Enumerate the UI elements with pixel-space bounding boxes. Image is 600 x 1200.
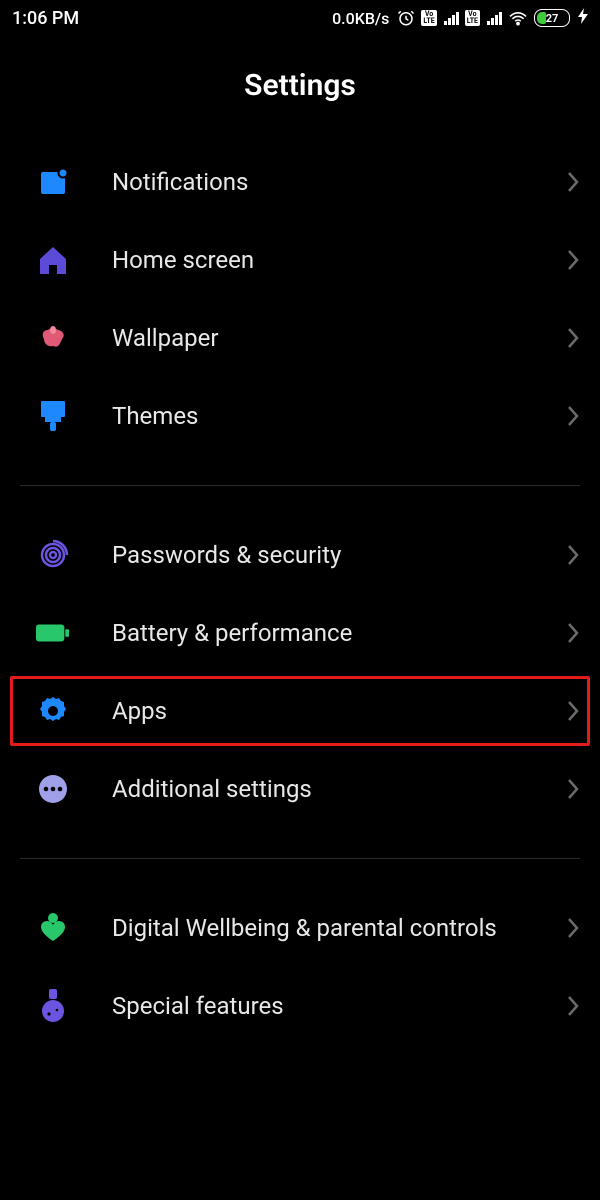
wifi-icon (508, 10, 528, 26)
row-label: Apps (112, 696, 566, 726)
signal-bars-2 (487, 11, 502, 25)
alarm-icon (397, 9, 415, 27)
brush-icon (36, 399, 70, 433)
battery-percent: 27 (546, 12, 559, 25)
heart-icon (36, 911, 70, 945)
status-net-speed: 0.0KB/s (332, 9, 389, 28)
status-time: 1:06 PM (12, 8, 79, 29)
status-bar: 1:06 PM 0.0KB/s VoLTE VoLTE 27 (0, 0, 600, 36)
chevron-right-icon (566, 171, 580, 193)
row-special-features[interactable]: Special features (0, 967, 600, 1045)
row-label: Battery & performance (112, 618, 566, 648)
row-label: Passwords & security (112, 540, 566, 570)
chevron-right-icon (566, 405, 580, 427)
volte-badge-2: VoLTE (465, 10, 480, 26)
row-label: Home screen (112, 245, 566, 275)
gear-icon (36, 694, 70, 728)
battery-indicator: 27 (534, 9, 570, 27)
battery-icon (36, 616, 70, 650)
row-digital-wellbeing[interactable]: Digital Wellbeing & parental controls (0, 889, 600, 967)
chevron-right-icon (566, 778, 580, 800)
row-apps[interactable]: Apps (0, 672, 600, 750)
row-label: Special features (112, 991, 566, 1021)
row-additional-settings[interactable]: Additional settings (0, 750, 600, 828)
chevron-right-icon (566, 544, 580, 566)
chevron-right-icon (566, 249, 580, 271)
group-divider (20, 858, 580, 859)
chevron-right-icon (566, 327, 580, 349)
row-battery-performance[interactable]: Battery & performance (0, 594, 600, 672)
chevron-right-icon (566, 700, 580, 722)
home-icon (36, 243, 70, 277)
settings-group-1: Passwords & security Battery & performan… (0, 516, 600, 828)
row-passwords-security[interactable]: Passwords & security (0, 516, 600, 594)
row-label: Wallpaper (112, 323, 566, 353)
row-label: Additional settings (112, 774, 566, 804)
flower-icon (36, 321, 70, 355)
notifications-icon (36, 165, 70, 199)
row-label: Digital Wellbeing & parental controls (112, 913, 566, 943)
row-home-screen[interactable]: Home screen (0, 221, 600, 299)
signal-bars-1 (444, 11, 459, 25)
row-label: Themes (112, 401, 566, 431)
fingerprint-icon (36, 538, 70, 572)
row-notifications[interactable]: Notifications (0, 143, 600, 221)
volte-badge-1: VoLTE (421, 10, 436, 26)
row-themes[interactable]: Themes (0, 377, 600, 455)
chevron-right-icon (566, 622, 580, 644)
settings-group-0: Notifications Home screen Wallpaper Them… (0, 143, 600, 455)
settings-group-2: Digital Wellbeing & parental controls Sp… (0, 889, 600, 1045)
chevron-right-icon (566, 917, 580, 939)
charging-icon (578, 8, 588, 28)
chevron-right-icon (566, 995, 580, 1017)
row-label: Notifications (112, 167, 566, 197)
flask-icon (36, 989, 70, 1023)
page-title: Settings (0, 68, 600, 103)
dots-icon (36, 772, 70, 806)
row-wallpaper[interactable]: Wallpaper (0, 299, 600, 377)
group-divider (20, 485, 580, 486)
